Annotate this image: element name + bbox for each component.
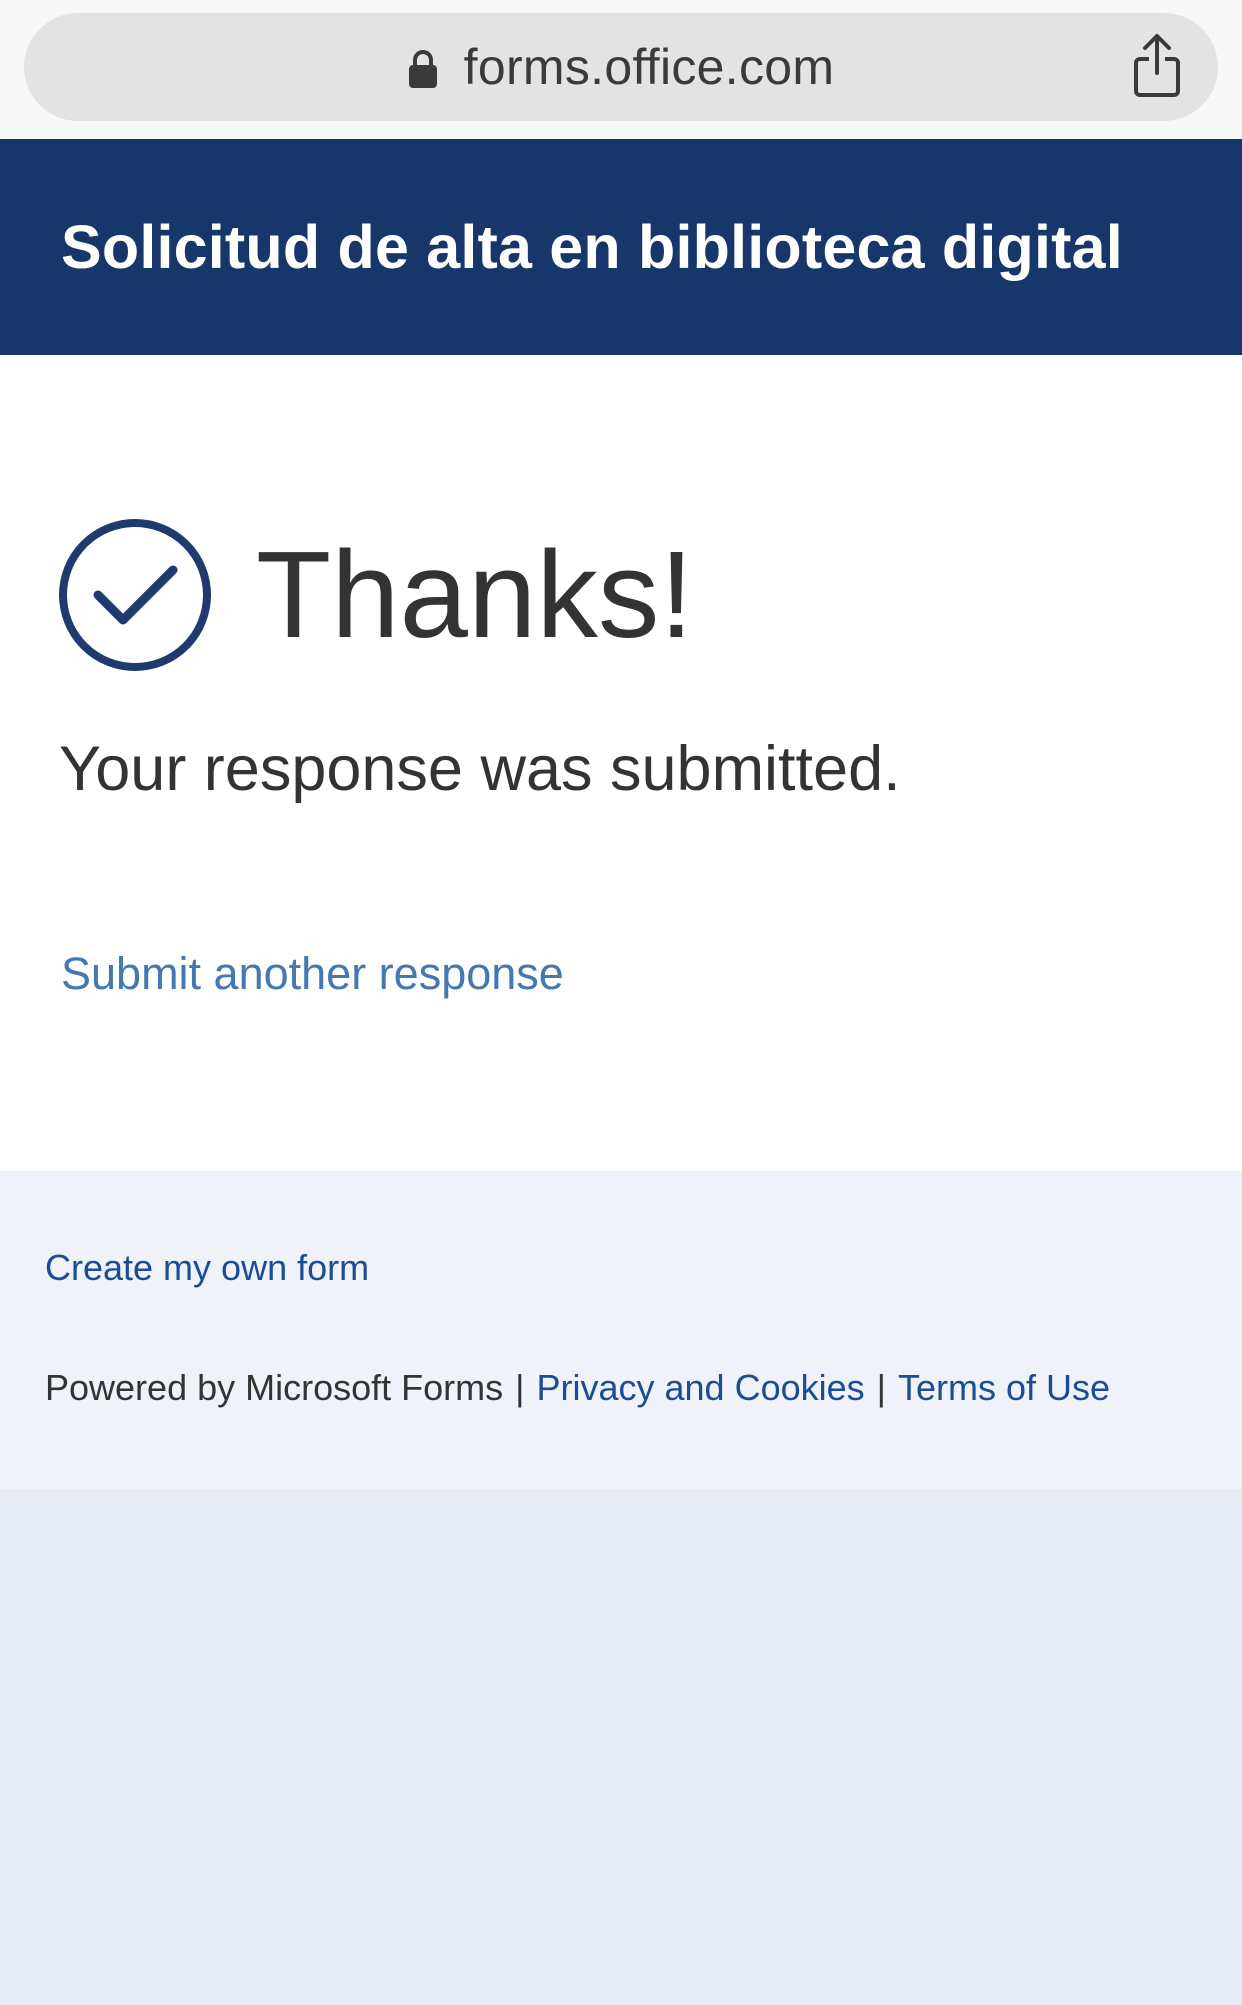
share-icon[interactable]: [1132, 33, 1182, 99]
footer: Create my own form Powered by Microsoft …: [0, 1171, 1242, 1489]
address-bar-content: forms.office.com: [24, 13, 1218, 121]
page-background: [0, 1489, 1242, 2005]
address-bar[interactable]: forms.office.com: [24, 13, 1218, 121]
footer-legal-line: Powered by Microsoft Forms | Privacy and C…: [45, 1367, 1110, 1409]
confirmation-panel: Thanks! Your response was submitted. Sub…: [0, 355, 1242, 1171]
form-title: Solicitud de alta en biblioteca digital: [61, 213, 1123, 281]
form-header: Solicitud de alta en biblioteca digital: [0, 139, 1242, 355]
submit-another-response-link[interactable]: Submit another response: [61, 948, 564, 1000]
submitted-message: Your response was submitted.: [59, 734, 901, 804]
footer-separator: |: [515, 1367, 525, 1408]
lock-icon: [408, 50, 437, 88]
footer-separator: |: [876, 1367, 886, 1408]
url-text[interactable]: forms.office.com: [464, 38, 835, 96]
check-circle-icon: [59, 519, 211, 671]
browser-bar: forms.office.com: [0, 0, 1242, 139]
powered-by-text: Powered by Microsoft Forms: [45, 1367, 504, 1408]
page: forms.office.com Solicitud de alta en bi…: [0, 0, 1242, 2005]
create-my-own-form-link[interactable]: Create my own form: [45, 1247, 369, 1289]
privacy-and-cookies-link[interactable]: Privacy and Cookies: [536, 1367, 864, 1408]
terms-of-use-link[interactable]: Terms of Use: [898, 1367, 1110, 1408]
thanks-heading: Thanks!: [256, 527, 694, 664]
